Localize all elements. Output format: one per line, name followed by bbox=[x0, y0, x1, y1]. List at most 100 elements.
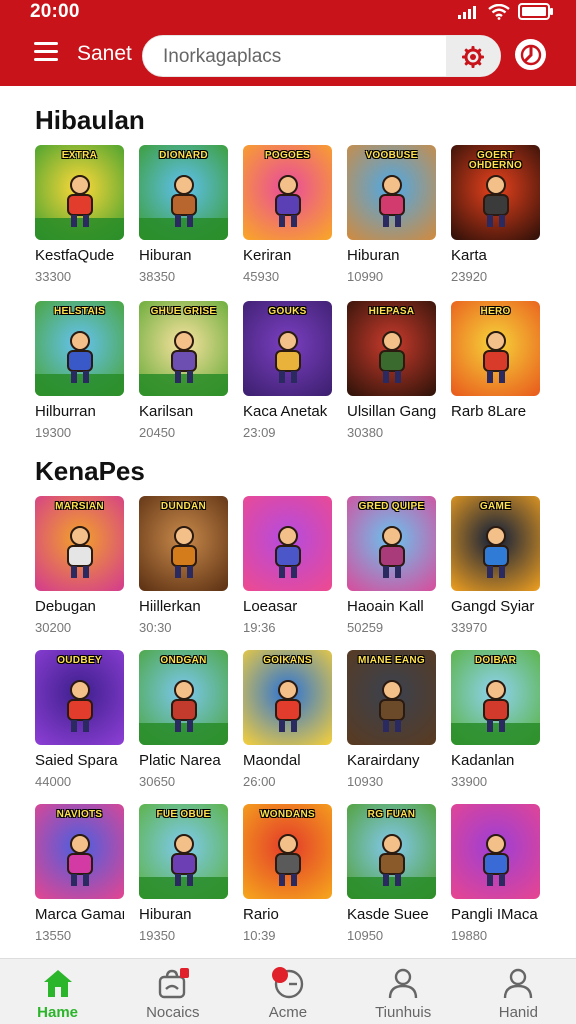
nav-item-tiunhuis[interactable]: Tiunhuis bbox=[346, 959, 461, 1024]
game-title: Karta bbox=[451, 247, 487, 264]
character-head bbox=[381, 175, 402, 195]
game-play-count: 10:39 bbox=[243, 928, 276, 943]
game-character-art bbox=[479, 680, 513, 732]
character-body bbox=[66, 545, 93, 567]
bag-icon bbox=[158, 968, 189, 999]
character-body bbox=[274, 350, 301, 372]
character-legs bbox=[486, 720, 505, 732]
game-card[interactable]: MIANE EANG Karairdany 10930 bbox=[347, 650, 436, 800]
game-thumbnail[interactable] bbox=[451, 804, 540, 899]
character-head bbox=[173, 680, 194, 700]
game-title: Keriran bbox=[243, 247, 292, 264]
game-character-art bbox=[479, 331, 513, 383]
game-logo-text: DIONARD bbox=[159, 150, 208, 161]
game-title: Loeasar bbox=[243, 598, 298, 615]
game-card[interactable]: GAME Gangd Syiar 33970 bbox=[451, 496, 540, 646]
game-logo-text: GOIKANS bbox=[263, 655, 312, 666]
game-card[interactable]: HELSTAIS Hilburran 19300 bbox=[35, 301, 124, 451]
game-thumbnail[interactable]: MARSIAN bbox=[35, 496, 124, 591]
game-card[interactable]: RG FUAN Kasde Suee 10950 bbox=[347, 804, 436, 954]
game-thumbnail[interactable]: GOUKS bbox=[243, 301, 332, 396]
game-thumbnail[interactable]: OUDBEY bbox=[35, 650, 124, 745]
game-thumbnail[interactable]: ONDGAN bbox=[139, 650, 228, 745]
character-body bbox=[274, 194, 301, 216]
game-play-count: 33900 bbox=[451, 774, 488, 789]
character-legs bbox=[174, 566, 193, 578]
game-card[interactable]: VOOBUSE Hiburan 10990 bbox=[347, 145, 436, 295]
character-head bbox=[381, 680, 402, 700]
nav-item-acme[interactable]: Acme bbox=[230, 959, 345, 1024]
game-thumbnail[interactable]: RG FUAN bbox=[347, 804, 436, 899]
game-card[interactable]: GOIKANS Maondal 26:00 bbox=[243, 650, 332, 800]
game-card[interactable]: DOIBAR Kadanlan 33900 bbox=[451, 650, 540, 800]
game-card[interactable]: GHUE GRISE Karilsan 20450 bbox=[139, 301, 228, 451]
nav-item-notices[interactable]: Nocaics bbox=[115, 959, 230, 1024]
game-card[interactable]: DIONARD Hiburan 38350 bbox=[139, 145, 228, 295]
nav-item-home[interactable]: Hame bbox=[0, 959, 115, 1024]
game-card[interactable]: MARSIAN Debugan 30200 bbox=[35, 496, 124, 646]
game-card[interactable]: ONDGAN Platic Narea 30650 bbox=[139, 650, 228, 800]
game-title: Platic Narea bbox=[139, 752, 221, 769]
game-character-art bbox=[167, 331, 201, 383]
game-thumbnail[interactable] bbox=[243, 496, 332, 591]
game-title: Hiburan bbox=[139, 906, 192, 923]
game-card[interactable]: WONDANS Rario 10:39 bbox=[243, 804, 332, 954]
nav-label: Nocaics bbox=[146, 1004, 200, 1021]
game-thumbnail[interactable]: GOERT OHDERNO bbox=[451, 145, 540, 240]
game-thumbnail[interactable]: POGOES bbox=[243, 145, 332, 240]
character-body bbox=[482, 853, 509, 875]
game-card[interactable]: POGOES Keriran 45930 bbox=[243, 145, 332, 295]
search-settings-button[interactable] bbox=[446, 36, 500, 76]
game-thumbnail[interactable]: DIONARD bbox=[139, 145, 228, 240]
game-character-art bbox=[375, 526, 409, 578]
game-card[interactable]: OUDBEY Saied Spara 44000 bbox=[35, 650, 124, 800]
game-card[interactable]: GRED QUIPE Haoain Kall 50259 bbox=[347, 496, 436, 646]
home-icon bbox=[43, 970, 72, 997]
menu-button[interactable] bbox=[34, 42, 58, 64]
nav-label: Tiunhuis bbox=[375, 1004, 432, 1021]
game-logo-text: WONDANS bbox=[260, 809, 315, 820]
game-card[interactable]: FUE OBUE Hiburan 19350 bbox=[139, 804, 228, 954]
character-legs bbox=[486, 371, 505, 383]
game-thumbnail[interactable]: MIANE EANG bbox=[347, 650, 436, 745]
game-play-count: 33970 bbox=[451, 620, 488, 635]
game-character-art bbox=[375, 175, 409, 227]
game-play-count: 30650 bbox=[139, 774, 176, 789]
game-card[interactable]: DUNDAN Hiillerkan 30:30 bbox=[139, 496, 228, 646]
game-title: Marca Gaman bbox=[35, 906, 124, 923]
game-thumbnail[interactable]: GOIKANS bbox=[243, 650, 332, 745]
game-thumbnail[interactable]: VOOBUSE bbox=[347, 145, 436, 240]
game-card[interactable]: HIEPASA Ulsillan Gang 30380 bbox=[347, 301, 436, 451]
game-thumbnail[interactable]: EXTRA bbox=[35, 145, 124, 240]
profile-button[interactable] bbox=[515, 39, 546, 70]
game-thumbnail[interactable]: HELSTAIS bbox=[35, 301, 124, 396]
game-logo-text: GOERT OHDERNO bbox=[468, 150, 523, 171]
game-card[interactable]: EXTRA KestfaQude 33300 bbox=[35, 145, 124, 295]
character-body bbox=[482, 699, 509, 721]
character-legs bbox=[382, 371, 401, 383]
character-legs bbox=[382, 720, 401, 732]
nav-item-hanid[interactable]: Hanid bbox=[461, 959, 576, 1024]
game-thumbnail[interactable]: GHUE GRISE bbox=[139, 301, 228, 396]
search-input[interactable] bbox=[163, 36, 443, 76]
game-card[interactable]: NAVIOTS Marca Gaman 13550 bbox=[35, 804, 124, 954]
game-card[interactable]: Loeasar 19:36 bbox=[243, 496, 332, 646]
game-thumbnail[interactable]: HERO bbox=[451, 301, 540, 396]
game-thumbnail[interactable]: GAME bbox=[451, 496, 540, 591]
game-thumbnail[interactable]: NAVIOTS bbox=[35, 804, 124, 899]
game-card[interactable]: HERO Rarb 8Lare bbox=[451, 301, 540, 451]
character-head bbox=[277, 331, 298, 351]
character-legs bbox=[382, 874, 401, 886]
game-logo-text: GRED QUIPE bbox=[358, 501, 425, 512]
game-thumbnail[interactable]: FUE OBUE bbox=[139, 804, 228, 899]
game-play-count: 10990 bbox=[347, 269, 384, 284]
game-thumbnail[interactable]: GRED QUIPE bbox=[347, 496, 436, 591]
game-card[interactable]: GOUKS Kaca Anetak 23:09 bbox=[243, 301, 332, 451]
game-thumbnail[interactable]: WONDANS bbox=[243, 804, 332, 899]
game-card[interactable]: Pangli IMaca 19880 bbox=[451, 804, 540, 954]
game-thumbnail[interactable]: DUNDAN bbox=[139, 496, 228, 591]
game-card[interactable]: GOERT OHDERNO Karta 23920 bbox=[451, 145, 540, 295]
game-thumbnail[interactable]: HIEPASA bbox=[347, 301, 436, 396]
wifi-icon bbox=[488, 3, 510, 20]
game-thumbnail[interactable]: DOIBAR bbox=[451, 650, 540, 745]
